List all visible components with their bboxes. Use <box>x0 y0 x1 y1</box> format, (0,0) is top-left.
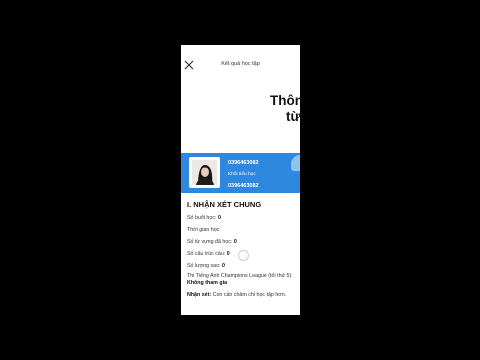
stat-contest-label: Thi Tiếng Anh Champions League (tối thứ … <box>187 273 293 279</box>
stat-sessions-label: Số buổi học: <box>187 215 217 221</box>
touch-indicator <box>238 250 249 261</box>
video-frame: Kết quả học tập Thôn từ 0396463082 Khối … <box>0 45 480 315</box>
app-screen: Kết quả học tập Thôn từ 0396463082 Khối … <box>181 45 300 315</box>
student-photo <box>192 160 217 185</box>
stat-contest-value: Không tham gia <box>187 280 228 286</box>
stat-study-time-label: Thời gian học: <box>187 227 221 233</box>
section-title: I. NHẬN XÉT CHUNG <box>187 200 262 209</box>
stat-stars: Số lượng sao: 0 <box>187 263 225 269</box>
headline-line-2: từ <box>286 109 300 124</box>
stat-contest: Thi Tiếng Anh Champions League (tối thứ … <box>187 273 299 287</box>
student-phone-secondary: 0396463082 <box>228 183 259 189</box>
stat-vocabulary-value: 0 <box>233 239 237 245</box>
banner-decoration <box>291 155 300 171</box>
page-title: Kết quả học tập <box>221 61 260 67</box>
stat-vocabulary-label: Số từ vựng đã học: <box>187 239 233 245</box>
stat-stars-value: 0 <box>222 263 225 269</box>
stat-study-time: Thời gian học: <box>187 227 221 233</box>
top-bar: Kết quả học tập <box>181 45 300 85</box>
student-photo-image <box>192 160 217 185</box>
student-phone: 0396463082 <box>228 160 259 166</box>
stat-sessions: Số buổi học: 0 <box>187 215 221 221</box>
stat-sessions-value: 0 <box>217 215 221 221</box>
stat-structures-label: Số cấu trúc câu: <box>187 251 226 257</box>
stat-vocabulary: Số từ vựng đã học: 0 <box>187 239 237 245</box>
avatar <box>189 157 220 188</box>
stat-stars-label: Số lượng sao: <box>187 263 221 269</box>
profile-banner: 0396463082 Khối tiểu học 0396463082 <box>181 153 300 193</box>
stat-structures: Số cấu trúc câu: 0 <box>187 251 230 257</box>
teacher-comment: Nhận xét: Con cần chăm chỉ học tập hơn. <box>187 292 286 298</box>
student-group: Khối tiểu học <box>228 172 256 177</box>
headline-line-1: Thôn <box>270 93 300 108</box>
teacher-comment-value: Con cần chăm chỉ học tập hơn. <box>212 292 287 298</box>
stat-structures-value: 0 <box>226 251 230 257</box>
headline: Thôn từ <box>270 93 300 125</box>
teacher-comment-label: Nhận xét: <box>187 292 212 298</box>
